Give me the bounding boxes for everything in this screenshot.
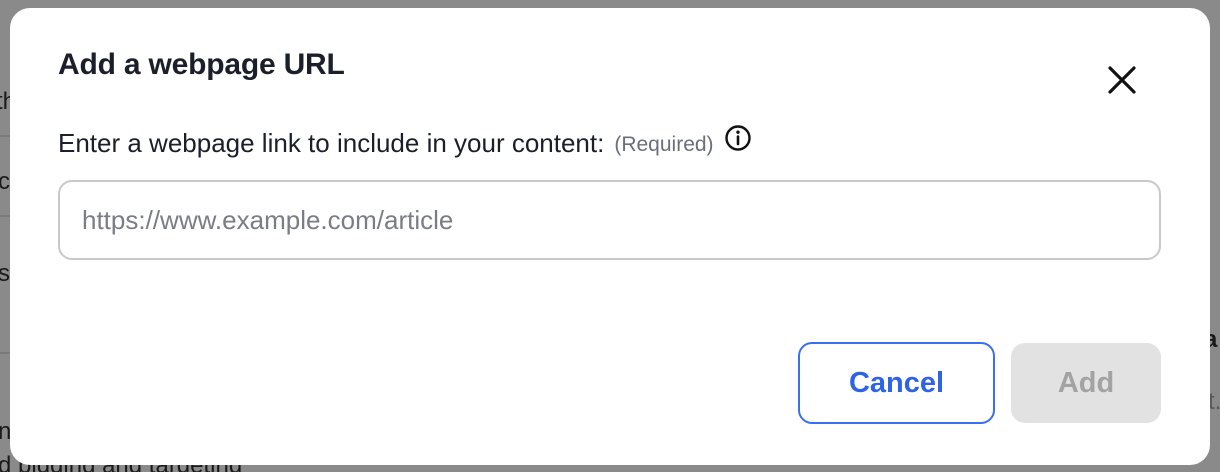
cancel-button[interactable]: Cancel (798, 342, 995, 424)
dialog-title: Add a webpage URL (58, 48, 345, 81)
background-divider (0, 352, 10, 354)
background-text-fragment: c (0, 168, 10, 195)
info-icon[interactable] (724, 124, 752, 152)
url-field-label: Enter a webpage link to include in your … (58, 128, 605, 158)
add-webpage-url-dialog: Add a webpage URL Enter a webpage link t… (10, 8, 1210, 465)
required-indicator: (Required) (614, 132, 714, 156)
close-icon (1108, 66, 1136, 94)
background-divider (0, 215, 10, 217)
background-text-fragment: s (0, 260, 10, 287)
add-button[interactable]: Add (1011, 343, 1161, 423)
close-button[interactable] (1102, 60, 1142, 100)
background-divider (0, 135, 10, 137)
webpage-url-input[interactable] (58, 180, 1161, 260)
url-field-label-row: Enter a webpage link to include in your … (58, 124, 752, 159)
